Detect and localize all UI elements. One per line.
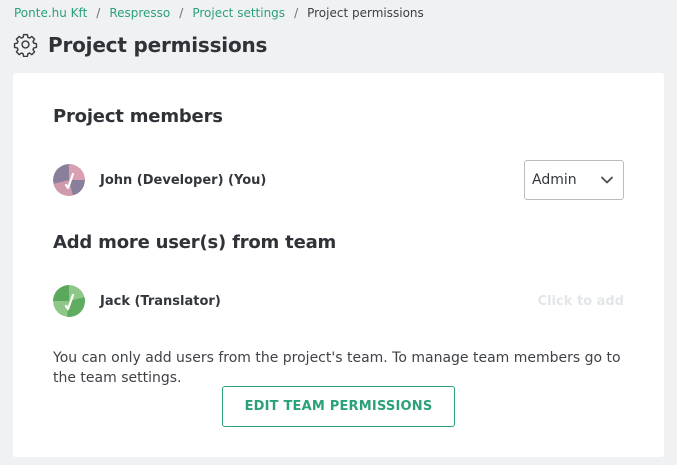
page-title: Project permissions (48, 32, 268, 57)
role-select-value: Admin (532, 172, 577, 188)
breadcrumb-separator: / (179, 6, 184, 20)
add-users-title: Add more user(s) from team (53, 232, 337, 253)
team-user-row: Jack (Translator) Click to add (53, 285, 624, 317)
breadcrumb-link-project-settings[interactable]: Project settings (192, 6, 285, 20)
page-header: Project permissions (13, 32, 267, 57)
role-select[interactable]: Admin (524, 160, 624, 200)
breadcrumb: Ponte.hu Kft / Respresso / Project setti… (14, 6, 424, 20)
team-info-text: You can only add users from the project'… (53, 350, 621, 386)
chevron-down-icon (601, 176, 613, 184)
project-members-title: Project members (53, 106, 223, 127)
member-row: John (Developer) (You) Admin (53, 160, 624, 200)
member-name: John (Developer) (You) (100, 172, 267, 188)
member-name: Jack (Translator) (100, 293, 221, 309)
gear-icon (13, 33, 38, 57)
permissions-card: Project members John (Developer) (You) A… (13, 73, 664, 457)
breadcrumb-separator: / (96, 6, 101, 20)
avatar (53, 285, 85, 317)
edit-team-permissions-button[interactable]: EDIT TEAM PERMISSIONS (222, 386, 455, 427)
breadcrumb-separator: / (294, 6, 299, 20)
click-to-add-button[interactable]: Click to add (538, 294, 624, 309)
avatar (53, 164, 85, 196)
breadcrumb-link-project[interactable]: Respresso (109, 6, 170, 20)
breadcrumb-current: Project permissions (307, 6, 424, 20)
breadcrumb-link-company[interactable]: Ponte.hu Kft (14, 6, 87, 20)
